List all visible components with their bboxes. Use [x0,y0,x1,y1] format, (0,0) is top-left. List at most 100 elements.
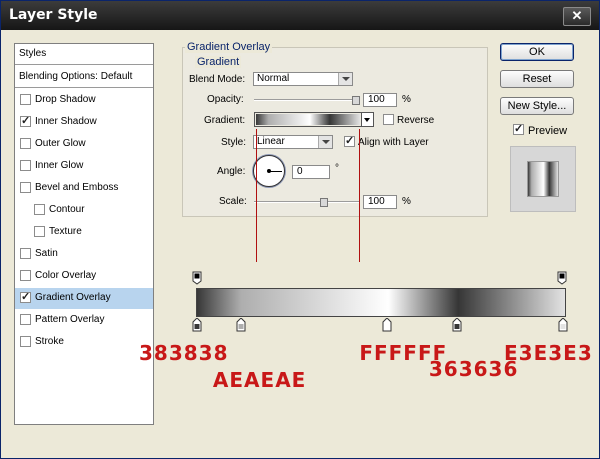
style-item-inner-glow[interactable]: Inner Glow [15,156,153,177]
gradient-picker[interactable] [254,112,362,127]
angle-dial[interactable] [253,155,285,187]
opacity-input[interactable]: 100 [363,93,397,107]
reverse-checkbox[interactable] [383,114,394,125]
color-stop-hex-label: E3E3E3 [504,341,593,365]
gradient-bar[interactable] [196,288,566,317]
chevron-down-icon [338,73,352,85]
opacity-slider-track[interactable] [254,99,359,101]
opacity-label: Opacity: [207,94,244,105]
style-item-color-overlay[interactable]: Color Overlay [15,266,153,287]
style-item-label: Satin [35,248,58,259]
style-item-checkbox[interactable] [20,336,31,347]
scale-label: Scale: [219,196,247,207]
style-item-label: Inner Shadow [35,116,97,127]
style-select[interactable]: Linear [253,135,333,149]
blending-options-item[interactable]: Blending Options: Default [15,67,153,88]
style-item-label: Bevel and Emboss [35,182,119,193]
style-item-stroke[interactable]: Stroke [15,332,153,353]
scale-slider-track[interactable] [254,201,359,203]
gradient-bar-fill [197,289,565,316]
style-item-texture[interactable]: Texture [15,222,153,243]
blend-mode-value: Normal [257,73,290,84]
gradient-subtitle: Gradient [195,56,242,68]
window-title: Layer Style [9,7,98,23]
styles-panel: Styles Blending Options: Default Drop Sh… [14,43,154,425]
style-item-label: Texture [49,226,82,237]
align-with-layer-label: Align with Layer [358,137,429,148]
style-item-checkbox[interactable] [20,160,31,171]
gradient-swatch [256,114,360,125]
scale-unit: % [402,196,411,207]
color-stop-marker[interactable] [558,318,568,332]
gradient-overlay-title: Gradient Overlay [185,41,273,53]
blend-mode-label: Blend Mode: [189,74,246,85]
gradient-label: Gradient: [204,115,246,126]
color-stop-marker[interactable] [382,318,392,332]
style-label: Style: [221,137,247,148]
styles-header[interactable]: Styles [15,44,153,65]
style-item-label: Color Overlay [35,270,97,281]
new-style-button[interactable]: New Style... [500,97,574,115]
annotation-line-left [256,129,257,262]
preview-thumbnail [510,146,576,212]
blending-options-label: Blending Options: Default [19,71,133,82]
scale-slider-thumb[interactable] [319,198,328,207]
angle-input[interactable]: 0 [292,165,330,179]
style-item-checkbox[interactable] [20,290,31,303]
style-item-outer-glow[interactable]: Outer Glow [15,134,153,155]
preview-label: Preview [528,125,568,137]
style-item-checkbox[interactable] [20,182,31,193]
style-item-checkbox[interactable] [34,226,45,237]
style-item-checkbox[interactable] [20,248,31,259]
style-item-label: Outer Glow [35,138,86,149]
opacity-stop-marker[interactable] [192,271,202,285]
style-item-contour[interactable]: Contour [15,200,153,221]
style-item-checkbox[interactable] [20,94,31,105]
color-stop-marker[interactable] [452,318,462,332]
ok-button[interactable]: OK [500,43,574,61]
layer-style-dialog: Layer Style ✕ Styles Blending Options: D… [0,0,600,459]
style-item-label: Stroke [35,336,64,347]
opacity-unit: % [402,94,411,105]
style-item-checkbox[interactable] [20,314,31,325]
color-stop-hex-label: 383838 [139,341,229,365]
angle-unit: ° [335,163,339,174]
scale-input[interactable]: 100 [363,195,397,209]
styles-header-label: Styles [19,48,47,59]
reverse-label: Reverse [397,115,435,126]
style-item-label: Contour [49,204,85,215]
style-item-pattern-overlay[interactable]: Pattern Overlay [15,310,153,331]
style-item-checkbox[interactable] [20,270,31,281]
color-stop-marker[interactable] [236,318,246,332]
color-stop-hex-label: AEAEAE [212,368,307,392]
angle-label: Angle: [217,166,246,177]
annotation-line-right [359,129,360,262]
style-item-drop-shadow[interactable]: Drop Shadow [15,90,153,111]
style-item-label: Pattern Overlay [35,314,105,325]
style-item-inner-shadow[interactable]: Inner Shadow [15,112,153,133]
style-item-label: Gradient Overlay [35,292,111,303]
gradient-dropdown-button[interactable] [362,112,374,127]
style-item-label: Inner Glow [35,160,84,171]
preview-swatch [527,161,559,197]
style-item-bevel-and-emboss[interactable]: Bevel and Emboss [15,178,153,199]
reset-button[interactable]: Reset [500,70,574,88]
style-item-checkbox[interactable] [34,204,45,215]
triangle-down-icon [364,118,370,122]
opacity-slider-thumb[interactable] [352,96,360,105]
close-button[interactable]: ✕ [563,7,591,26]
style-item-checkbox[interactable] [20,138,31,149]
align-with-layer-checkbox[interactable] [344,134,355,147]
angle-dial-center [267,169,271,173]
style-item-checkbox[interactable] [20,114,31,127]
chevron-down-icon [318,136,332,148]
opacity-stop-marker[interactable] [557,271,567,285]
style-item-gradient-overlay[interactable]: Gradient Overlay [15,288,153,309]
title-bar[interactable]: Layer Style ✕ [1,1,599,30]
color-stop-marker[interactable] [192,318,202,332]
blend-mode-select[interactable]: Normal [253,72,353,86]
style-item-label: Drop Shadow [35,94,96,105]
style-item-satin[interactable]: Satin [15,244,153,265]
style-value: Linear [257,136,285,147]
preview-checkbox[interactable] [513,122,524,135]
